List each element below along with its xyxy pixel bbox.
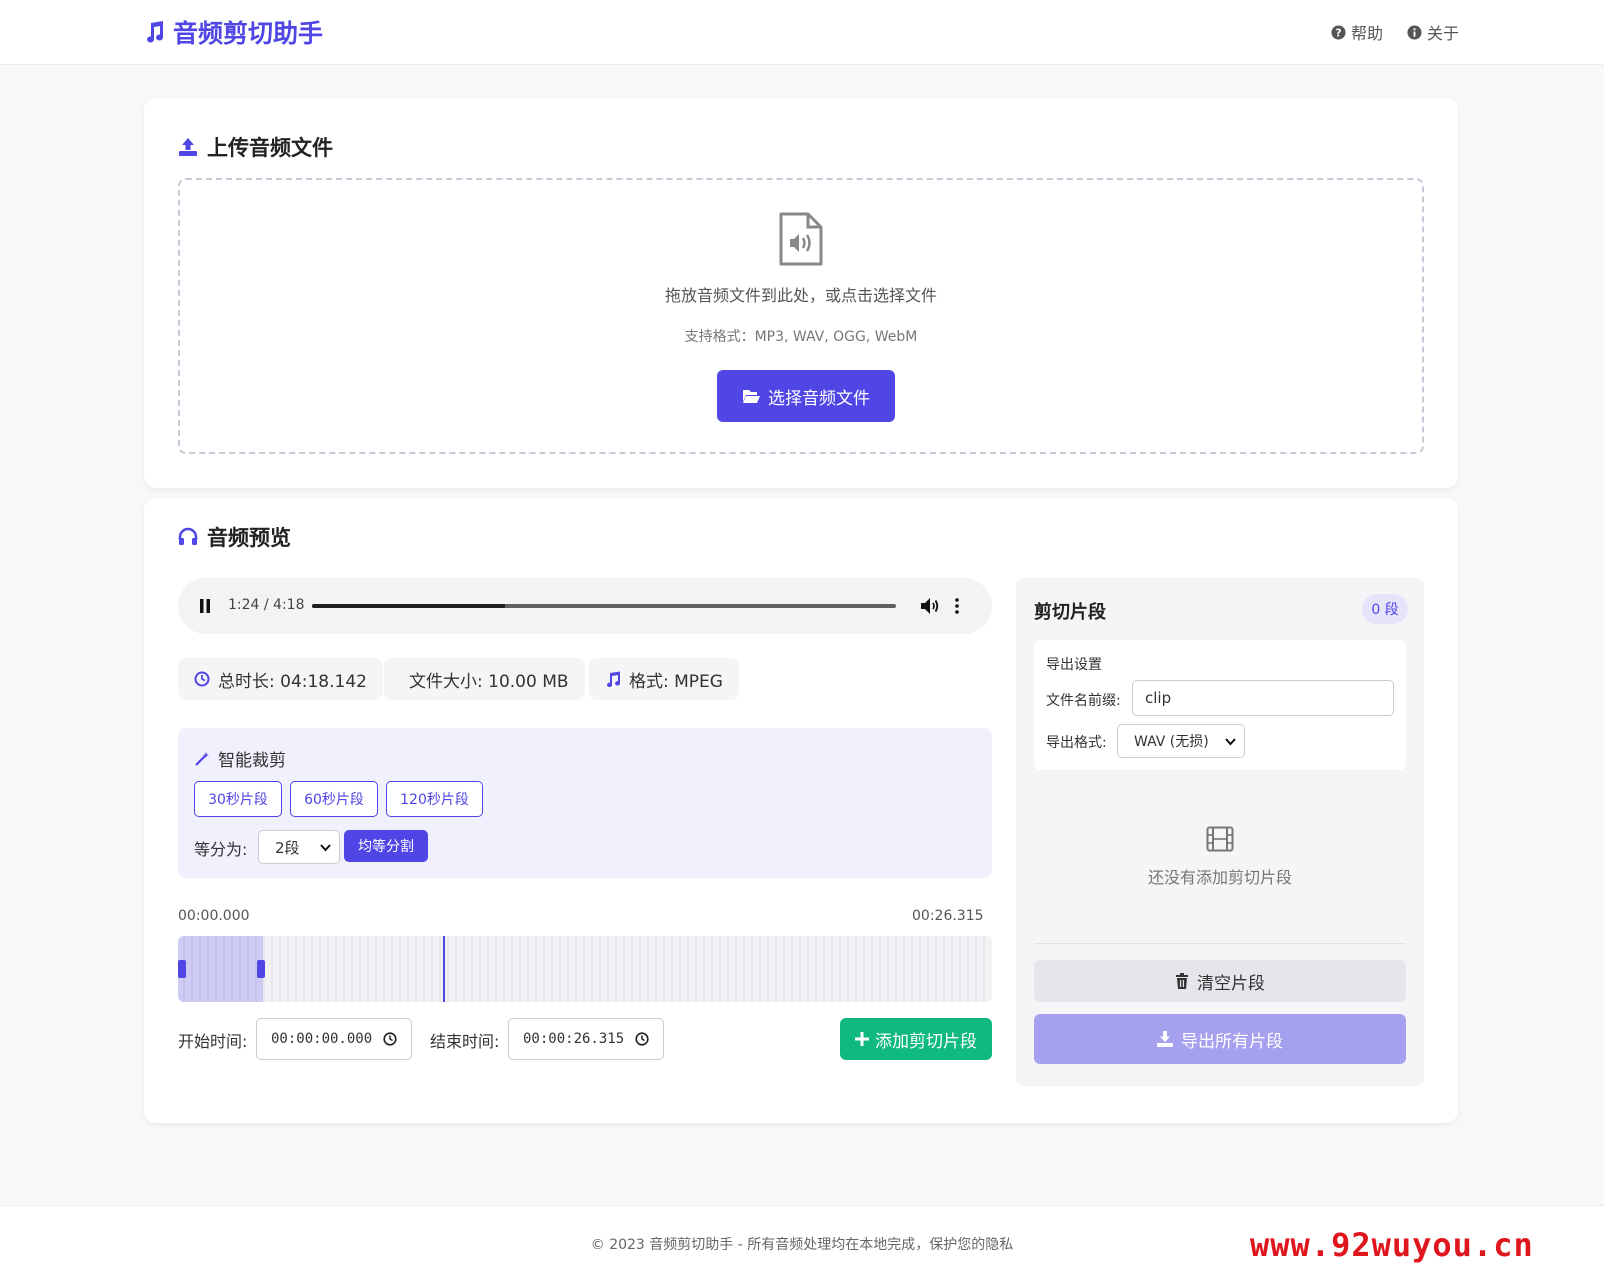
question-circle-icon: ? [1331, 24, 1346, 40]
app-brand[interactable]: 音频剪切助手 [143, 14, 323, 50]
upload-icon [179, 138, 197, 156]
player-progress-fill [312, 604, 505, 608]
chip-120s[interactable]: 120秒片段 [386, 781, 483, 817]
audio-player: 1:24 / 4:18 [178, 578, 992, 634]
panel-divider [1034, 943, 1406, 944]
upload-card: 上传音频文件 拖放音频文件到此处，或点击选择文件 支持格式：MP3, WAV, … [144, 98, 1458, 488]
app-title: 音频剪切助手 [173, 19, 324, 48]
stat-format: 格式: MPEG [589, 658, 739, 700]
stat-duration: 总时长: 04:18.142 [178, 658, 383, 700]
music-note-icon [147, 21, 164, 43]
folder-open-icon [743, 390, 760, 403]
help-label: 帮助 [1350, 24, 1383, 43]
preview-card: 音频预览 1:24 / 4:18 总时长: 04:18.142 文件大小: 10… [144, 498, 1458, 1123]
audio-file-icon [779, 212, 823, 266]
magic-wand-icon [195, 751, 209, 766]
preview-title: 音频预览 [178, 522, 291, 552]
supported-formats: 支持格式：MP3, WAV, OGG, WebM [684, 329, 918, 345]
watermark-text: www.92wuyou.cn [1250, 1226, 1534, 1264]
clock-icon[interactable] [383, 1032, 397, 1046]
plus-icon [855, 1032, 869, 1046]
clips-title: 剪切片段 [1034, 602, 1106, 623]
chevron-down-icon [1225, 738, 1236, 746]
end-time-label: 结束时间: [430, 1032, 500, 1051]
headphones-icon [178, 527, 198, 545]
clear-clips-button[interactable]: 清空片段 [1034, 960, 1406, 1002]
playhead-cursor[interactable] [443, 936, 445, 1002]
selection-end-handle[interactable] [257, 960, 265, 978]
chevron-down-icon [320, 844, 331, 852]
drop-zone[interactable]: 拖放音频文件到此处，或点击选择文件 支持格式：MP3, WAV, OGG, We… [178, 178, 1424, 454]
timeline-start-label: 00:00.000 [178, 908, 250, 924]
start-time-input[interactable]: 00:00:00.000 [256, 1018, 412, 1060]
clock-icon[interactable] [635, 1032, 649, 1046]
chip-30s[interactable]: 30秒片段 [194, 781, 282, 817]
filename-prefix-input[interactable]: clip [1132, 680, 1394, 716]
empty-clips-message: 还没有添加剪切片段 [1147, 868, 1292, 887]
more-options-icon[interactable] [954, 597, 960, 615]
chip-60s[interactable]: 60秒片段 [290, 781, 378, 817]
download-icon [1157, 1031, 1173, 1047]
export-format-select[interactable]: WAV (无损) [1117, 724, 1245, 758]
split-count-select[interactable]: 2段 [258, 830, 340, 864]
top-nav: ? 帮助 关于 [1331, 20, 1459, 44]
help-link[interactable]: ? 帮助 [1331, 20, 1383, 44]
clip-count-badge: 0 段 [1362, 594, 1408, 624]
music-note-icon [607, 671, 621, 687]
waveform-ticks [183, 936, 985, 1002]
export-settings-title: 导出设置 [1046, 657, 1102, 673]
file-size-icon [400, 671, 401, 687]
clips-panel: 剪切片段 0 段 导出设置 文件名前缀: clip 导出格式: WAV (无损)… [1016, 578, 1424, 1086]
prefix-label: 文件名前缀: [1046, 693, 1121, 709]
clock-icon [194, 671, 210, 687]
player-time: 1:24 / 4:18 [228, 597, 305, 613]
selection-start-handle[interactable] [178, 960, 186, 978]
pause-icon[interactable] [198, 597, 212, 615]
export-all-button[interactable]: 导出所有片段 [1034, 1014, 1406, 1064]
about-link[interactable]: 关于 [1407, 20, 1459, 44]
about-label: 关于 [1426, 24, 1459, 43]
info-circle-icon [1407, 24, 1422, 40]
timeline-end-label: 00:26.315 [912, 908, 984, 924]
equal-split-button[interactable]: 均等分割 [344, 830, 428, 862]
upload-title: 上传音频文件 [178, 132, 333, 162]
export-settings: 导出设置 文件名前缀: clip 导出格式: WAV (无损) [1034, 640, 1406, 770]
film-icon [1206, 826, 1234, 852]
trash-icon [1176, 973, 1188, 989]
start-time-label: 开始时间: [178, 1032, 248, 1051]
timeline-selection[interactable] [178, 936, 263, 1002]
add-clip-button[interactable]: 添加剪切片段 [840, 1018, 992, 1060]
volume-icon[interactable] [920, 597, 940, 615]
player-progress-bar[interactable] [312, 604, 896, 608]
top-navbar: 音频剪切助手 ? 帮助 关于 [0, 0, 1604, 65]
waveform-timeline[interactable] [178, 936, 992, 1002]
svg-text:?: ? [1335, 27, 1341, 39]
drop-instructions: 拖放音频文件到此处，或点击选择文件 [664, 286, 937, 305]
select-audio-button[interactable]: 选择音频文件 [717, 370, 895, 422]
smart-trim-title: 智能裁剪 [194, 746, 286, 771]
smart-trim-panel: 智能裁剪 30秒片段 60秒片段 120秒片段 等分为: 2段 均等分割 [178, 728, 992, 878]
stat-file-size: 文件大小: 10.00 MB [384, 658, 585, 700]
format-label: 导出格式: [1046, 735, 1107, 751]
end-time-input[interactable]: 00:00:26.315 [508, 1018, 664, 1060]
split-label: 等分为: [194, 840, 248, 859]
